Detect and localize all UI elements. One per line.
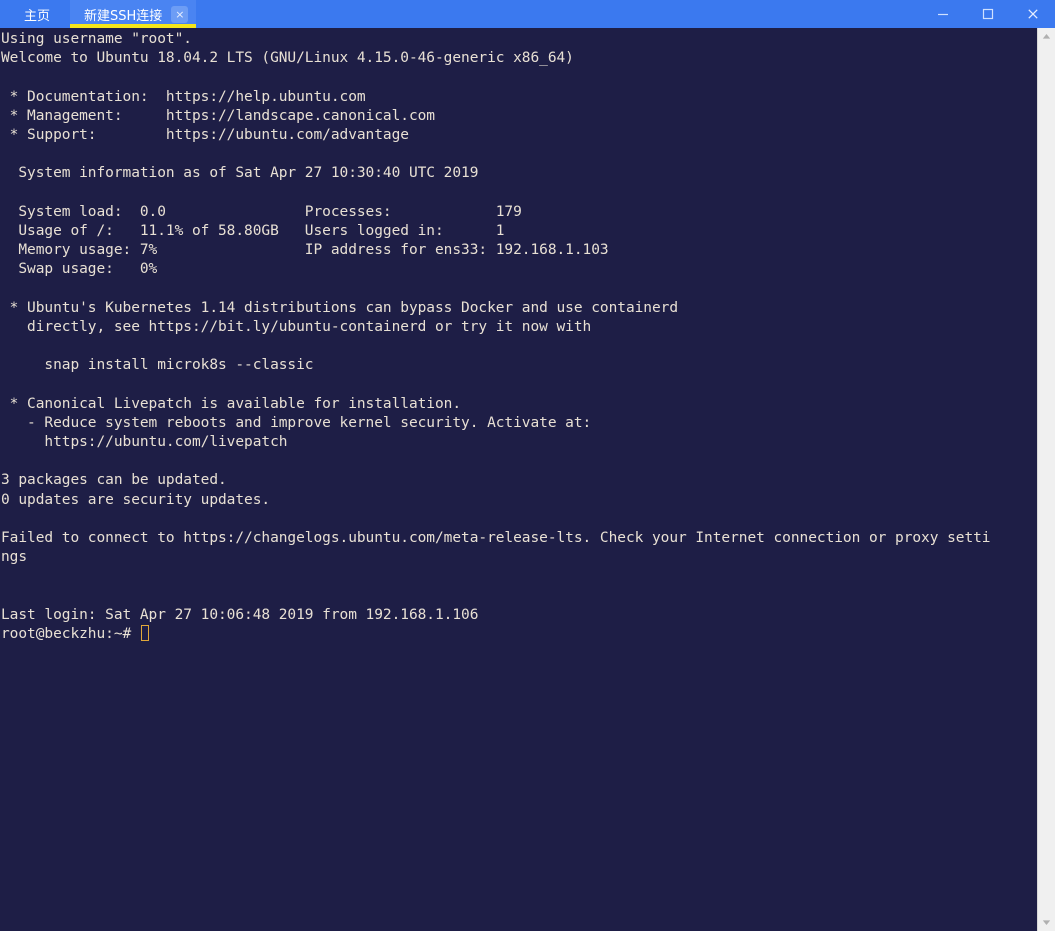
scrollbar-thumb[interactable] [1038,45,1055,914]
terminal-line: * Canonical Livepatch is available for i… [1,395,462,412]
terminal-prompt-line: root@beckzhu:~# [0,624,1037,644]
terminal-scrollbar[interactable] [1037,28,1055,931]
terminal-line: Memory usage: 7% IP address for ens33: 1… [1,242,609,259]
terminal-output[interactable]: Using username "root". Welcome to Ubuntu … [0,28,1037,931]
tab-home-label: 主页 [24,8,51,24]
terminal-line: Usage of /: 11.1% of 58.80GB Users logge… [1,222,505,239]
terminal-line: 0 updates are security updates. [1,491,271,508]
window-titlebar: 主页 新建SSH连接 × [0,0,1055,28]
scroll-down-icon [1042,919,1051,926]
terminal-cursor [140,624,149,641]
tab-new-ssh-connection[interactable]: 新建SSH连接 × [70,0,197,28]
tab-strip: 主页 新建SSH连接 × [0,0,197,28]
titlebar-drag-area [196,0,920,28]
maximize-button[interactable] [965,0,1010,28]
tab-home[interactable]: 主页 [0,0,70,28]
scroll-down-button[interactable] [1038,914,1055,931]
terminal-line: Failed to connect to https://changelogs.… [1,529,991,546]
maximize-icon [981,7,995,21]
close-icon [1026,7,1040,21]
terminal-line: snap install microk8s --classic [1,357,314,374]
terminal-prompt: root@beckzhu:~# [1,625,140,642]
terminal-line: - Reduce system reboots and improve kern… [1,414,592,431]
tab-new-ssh-connection-label: 新建SSH连接 [84,8,163,24]
terminal-line: * Management: https://landscape.canonica… [1,107,435,124]
terminal-line: directly, see https://bit.ly/ubuntu-cont… [1,318,592,335]
terminal-line: Using username "root". [1,31,192,47]
window-controls [920,0,1055,28]
scroll-up-icon [1042,33,1051,40]
close-button[interactable] [1010,0,1055,28]
minimize-button[interactable] [920,0,965,28]
terminal-line: 3 packages can be updated. [1,472,227,489]
terminal-line: System load: 0.0 Processes: 179 [1,203,522,220]
terminal-line: Swap usage: 0% [1,261,158,278]
terminal-line: https://ubuntu.com/livepatch [1,433,288,450]
terminal-line: Welcome to Ubuntu 18.04.2 LTS (GNU/Linux… [1,50,574,67]
terminal-line: System information as of Sat Apr 27 10:3… [1,165,479,182]
terminal-line: * Support: https://ubuntu.com/advantage [1,126,409,143]
scroll-up-button[interactable] [1038,28,1055,45]
terminal-area: Using username "root". Welcome to Ubuntu … [0,28,1055,931]
terminal-line: ngs [1,549,28,566]
terminal-line: * Documentation: https://help.ubuntu.com [1,88,366,105]
terminal-line: Last login: Sat Apr 27 10:06:48 2019 fro… [1,606,479,623]
tab-close-icon[interactable]: × [171,5,189,23]
minimize-icon [936,7,950,21]
terminal-line: * Ubuntu's Kubernetes 1.14 distributions… [1,299,679,316]
